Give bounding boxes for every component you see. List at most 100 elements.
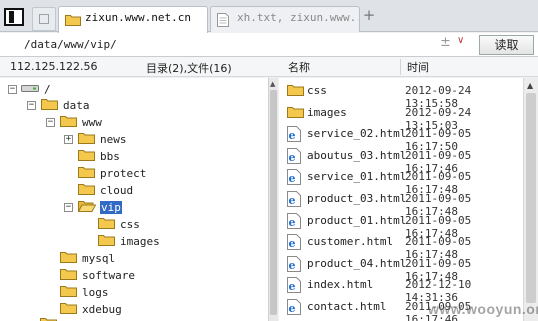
scroll-up-icon[interactable]: ▲ [270,80,275,88]
tree-node-cloud[interactable]: cloud [78,182,134,198]
tab-inactive[interactable]: xh.txt, zixun.www.... [210,6,360,32]
file-name: contact.html [307,300,387,313]
file-name: service_01.html [307,170,407,184]
file-row[interactable]: e aboutus_03.html 2011-09-05 16:17:46 [279,145,523,175]
collapse-icon[interactable]: − [46,117,55,127]
tree-node-images[interactable]: images [98,233,161,249]
tree-node-data[interactable]: − data [27,97,91,113]
column-divider[interactable] [400,59,401,75]
tree-label: protect [100,166,147,180]
tree-scrollbar[interactable]: ▲ [268,78,278,321]
file-row[interactable]: css 2012-09-24 13:15:58 [279,80,523,110]
folder-open-icon [77,199,97,215]
tree-node-software[interactable]: software [60,267,136,283]
directory-tree: − / − data − www + news bbs protect clou… [0,78,268,321]
file-row[interactable]: e customer.html 2011-09-05 16:17:48 [279,231,523,261]
svg-text:e: e [289,237,296,250]
address-bar: /data/www/vip/ ± ∨ 读取 [0,33,538,57]
html-file-icon: e [287,277,301,296]
collapse-icon[interactable]: − [27,100,36,110]
item-counts: 目录(2),文件(16) [146,62,232,75]
file-row[interactable]: e service_02.html 2011-09-05 16:17:50 [279,123,523,153]
html-file-icon: e [287,255,301,275]
folder-icon [78,165,95,181]
folder-icon [60,250,77,266]
file-list-scrollbar[interactable]: ▲ [523,78,538,321]
tree-node-www[interactable]: − www [46,114,103,130]
tree-node-vip[interactable]: − vip [64,199,122,215]
tab-active-label: zixun.www.net.cn [85,11,191,24]
tree-node-mysql[interactable]: mysql [60,250,116,266]
file-name: product_04.html [307,256,407,270]
folder-icon [65,13,81,29]
tree-label-selected: vip [100,200,122,214]
tree-node-xdebug[interactable]: xdebug [60,301,123,317]
new-tab-button[interactable]: + [362,8,376,23]
path-input[interactable]: /data/www/vip/ [4,36,476,54]
html-file-icon: e [287,126,301,145]
svg-text:e: e [289,151,296,164]
file-name: product_01.html [307,213,407,227]
file-name: css [307,84,327,97]
tree-label: xdebug [82,302,122,316]
expand-icon[interactable]: + [64,134,73,144]
document-icon [217,13,229,30]
tree-label: images [120,234,160,248]
file-row[interactable]: e index.html 2012-12-10 14:31:36 [279,274,523,304]
file-row[interactable]: images 2012-09-24 13:15:03 [279,102,523,132]
tab-strip: zixun.www.net.cn xh.txt, zixun.www.... + [0,0,538,33]
svg-text:e: e [289,216,296,229]
tree-node-root[interactable]: − / [8,81,52,97]
file-row[interactable]: e service_01.html 2011-09-05 16:17:48 [279,166,523,196]
folder-icon [287,83,304,99]
folder-icon [98,216,115,232]
svg-text:e: e [289,129,296,142]
folder-icon [78,148,95,164]
tree-label: www [82,115,102,129]
panel-toggle-icon[interactable] [4,8,24,26]
drive-icon [21,83,39,96]
file-name: product_03.html [307,192,407,205]
read-button[interactable]: 读取 [479,35,534,55]
tree-node-protect[interactable]: protect [78,165,147,181]
tree-label: software [82,268,135,282]
tree-label: bbs [100,149,120,163]
html-file-icon: e [287,191,301,210]
folder-icon [287,105,304,121]
tree-node-partial[interactable] [40,316,57,321]
tab-inactive-label: xh.txt, zixun.www.... [237,11,359,24]
folder-icon [41,97,58,113]
file-row[interactable]: e product_04.html 2011-09-05 16:17:48 [279,253,523,283]
tree-label: css [120,217,140,231]
folder-icon [98,233,115,249]
tab-active[interactable]: zixun.www.net.cn [58,6,208,33]
file-row[interactable]: e product_01.html 2011-09-05 16:17:48 [279,210,523,240]
scroll-up-icon[interactable]: ▲ [527,81,533,90]
tree-node-bbs[interactable]: bbs [78,148,121,164]
tree-node-logs[interactable]: logs [60,284,110,300]
chevron-down-icon[interactable]: ∨ [457,35,464,46]
collapse-icon[interactable]: − [8,84,17,94]
blank-tab[interactable] [32,7,56,31]
folder-icon [60,284,77,300]
tree-label: cloud [100,183,134,197]
html-file-icon: e [287,169,301,188]
html-file-icon: e [287,234,301,253]
scroll-thumb[interactable] [270,90,277,315]
svg-text:e: e [289,194,296,207]
folder-icon [60,267,77,283]
folder-icon [40,316,57,321]
column-header-name[interactable]: 名称 [288,59,310,75]
tree-node-news[interactable]: + news [64,131,128,147]
file-name: images [307,105,347,119]
tree-label: logs [82,285,109,299]
scroll-thumb[interactable] [526,93,536,303]
server-ip: 112.125.122.56 [10,60,98,73]
tree-node-css[interactable]: css [98,216,141,232]
file-row[interactable]: e product_03.html 2011-09-05 16:17:48 [279,188,523,218]
bookmark-toggle-icon[interactable]: ± [440,35,451,50]
collapse-icon[interactable]: − [64,202,73,212]
file-name: customer.html [307,235,394,249]
column-header-time[interactable]: 时间 [407,59,429,75]
file-name: aboutus_03.html [307,148,407,162]
